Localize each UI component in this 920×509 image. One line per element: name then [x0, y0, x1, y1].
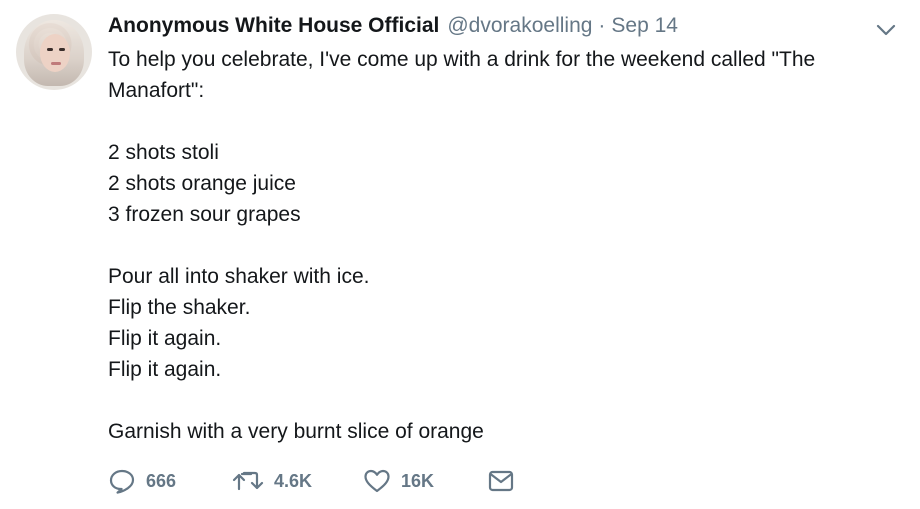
tweet: Anonymous White House Official @dvorakoe…: [0, 0, 920, 509]
avatar-face: [40, 34, 70, 72]
tweet-menu-button[interactable]: [874, 18, 898, 42]
reply-button[interactable]: 666: [108, 468, 192, 494]
tweet-line: 2 shots orange juice: [108, 172, 296, 195]
retweet-button[interactable]: 4.6K: [232, 465, 312, 497]
tweet-line: Manafort":: [108, 79, 205, 102]
tweet-line: 2 shots stoli: [108, 141, 219, 164]
author-handle[interactable]: @dvorakoelling: [447, 10, 592, 42]
avatar-eye-left: [47, 48, 53, 51]
tweet-line: [108, 385, 888, 416]
tweet-header: Anonymous White House Official @dvorakoe…: [108, 10, 678, 42]
tweet-line: [108, 230, 888, 261]
tweet-line: [108, 106, 888, 137]
heart-icon: [364, 469, 390, 493]
tweet-line: Flip it again.: [108, 358, 222, 381]
like-button[interactable]: 16K: [363, 465, 434, 497]
avatar[interactable]: [16, 14, 92, 90]
tweet-actions: 666 4.6K 16K: [108, 465, 514, 497]
tweet-line: Garnish with a very burnt slice of orang…: [108, 420, 484, 443]
tweet-line: Flip it again.: [108, 327, 222, 350]
tweet-line: Pour all into shaker with ice.: [108, 265, 370, 288]
author-name[interactable]: Anonymous White House Official: [108, 10, 439, 42]
tweet-line: 3 frozen sour grapes: [108, 203, 301, 226]
tweet-date[interactable]: Sep 14: [611, 10, 678, 42]
chevron-down-icon: [876, 24, 896, 36]
retweet-icon: [232, 471, 264, 491]
avatar-eye-right: [59, 48, 65, 51]
tweet-text: To help you celebrate, I've come up with…: [108, 44, 888, 447]
reply-count: 666: [146, 470, 177, 491]
reply-icon: [109, 469, 135, 494]
tweet-line: Flip the shaker.: [108, 296, 251, 319]
avatar-mouth: [51, 62, 61, 65]
tweet-line: To help you celebrate, I've come up with…: [108, 48, 816, 71]
like-count: 16K: [401, 470, 435, 491]
retweet-count: 4.6K: [274, 470, 313, 491]
direct-message-button[interactable]: [488, 465, 514, 497]
separator-dot: ·: [598, 14, 606, 37]
envelope-icon: [488, 470, 514, 492]
